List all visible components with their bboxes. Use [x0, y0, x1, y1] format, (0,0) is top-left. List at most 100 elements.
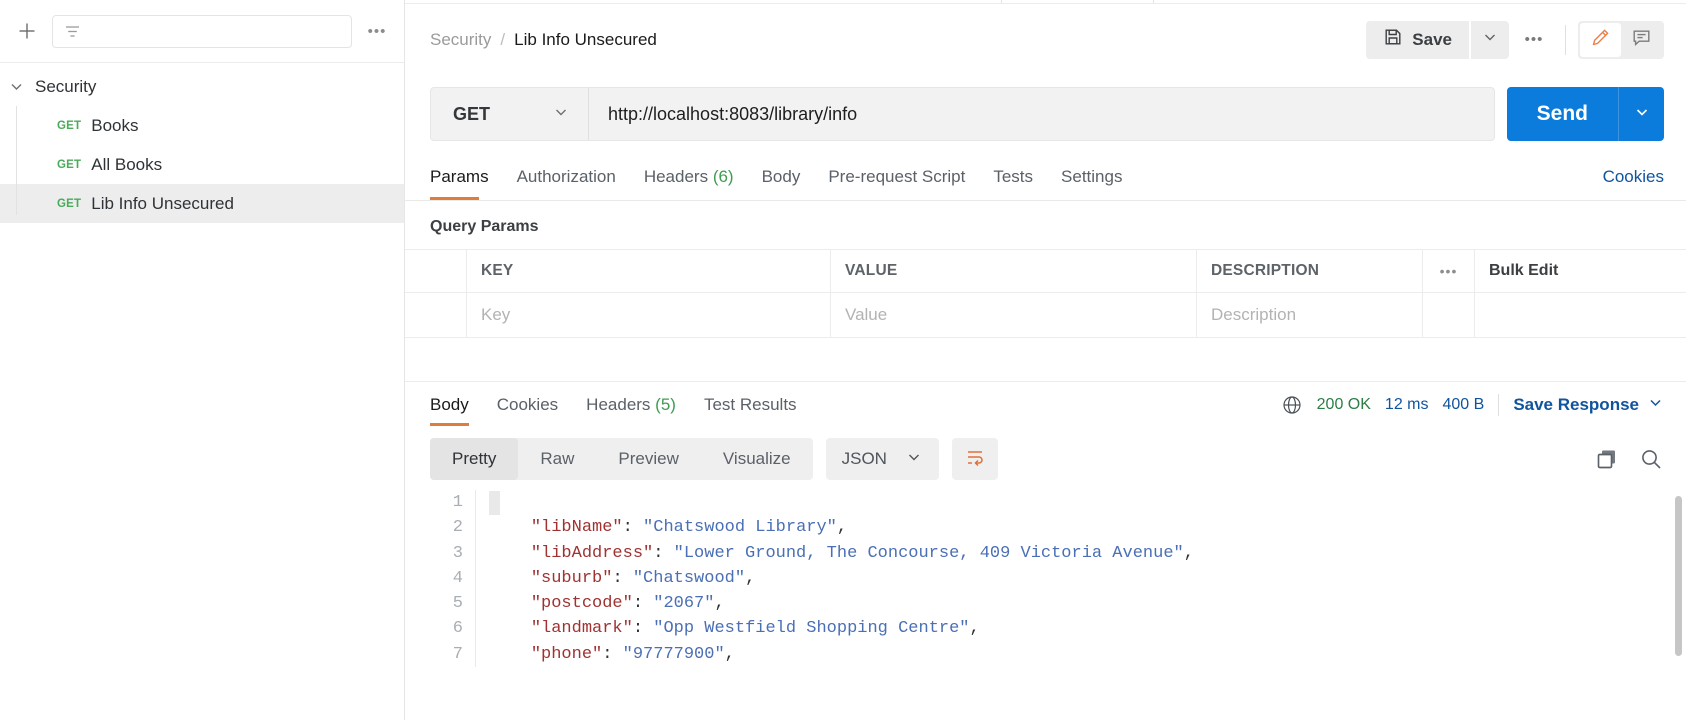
line-number: 3 [452, 543, 463, 563]
code-token-str: "Chatswood" [632, 568, 746, 588]
request-more-button[interactable]: ••• [1515, 21, 1553, 59]
view-visualize-button[interactable]: Visualize [701, 438, 813, 480]
code-token-str: "Opp Westfield Shopping Centre" [653, 619, 970, 639]
tab-label: Tests [993, 167, 1034, 186]
tab-body[interactable]: Body [748, 167, 815, 200]
response-format-bar: Pretty Raw Preview Visualize JSON [405, 428, 1686, 490]
add-new-button[interactable] [12, 16, 42, 46]
sidebar-item-books[interactable]: GET Books [0, 106, 404, 145]
wrap-lines-icon [964, 446, 986, 473]
tab-pre-request-script[interactable]: Pre-request Script [814, 167, 979, 200]
sidebar-more-button[interactable]: ••• [362, 16, 392, 46]
code-line: "landmark": "Opp Westfield Shopping Cent… [490, 616, 1194, 641]
collection-tree: Security GET Books GET All Books GET Lib… [0, 63, 404, 223]
save-response-button[interactable]: Save Response [1513, 394, 1664, 416]
request-method-badge: GET [57, 197, 82, 210]
param-value-cell[interactable]: Value [831, 293, 1197, 337]
response-body-actions [1595, 447, 1664, 472]
code-token-pun [490, 518, 531, 537]
tab-label: Cookies [496, 395, 559, 414]
collection-folder-security[interactable]: Security [0, 67, 404, 106]
line-number: 7 [452, 644, 463, 664]
code-token-key: "landmark" [530, 619, 633, 639]
tab-authorization[interactable]: Authorization [503, 167, 630, 200]
header-actions: Save ••• [1366, 20, 1664, 59]
edit-mode-button[interactable] [1580, 22, 1621, 57]
tab-params[interactable]: Params [430, 167, 503, 200]
search-icon[interactable] [1639, 447, 1664, 472]
content-type-select[interactable]: JSON [825, 438, 939, 480]
send-button[interactable]: Send [1506, 87, 1618, 141]
cookies-link[interactable]: Cookies [1603, 167, 1664, 200]
url-input[interactable] [589, 88, 1494, 140]
code-line: "libAddress": "Lower Ground, The Concour… [490, 541, 1194, 566]
row-checkbox-cell[interactable] [405, 293, 467, 337]
save-button[interactable]: Save [1366, 20, 1469, 59]
code-token-str: "Chatswood Library" [643, 518, 837, 538]
view-mode-toggle [1578, 20, 1664, 59]
http-method-select[interactable]: GET [431, 88, 589, 140]
url-bar: GET Send [405, 75, 1686, 153]
copy-icon[interactable] [1595, 447, 1619, 471]
response-tab-body[interactable]: Body [430, 382, 469, 428]
response-body-viewer[interactable]: 1 2 3 4 5 6 7 { "libName": "Chatswood Library"… [405, 490, 1686, 720]
tab-label: Headers [586, 395, 651, 414]
url-box: GET [430, 87, 1495, 141]
code-token-str: "Lower Ground, The Concourse, 409 Victor… [673, 543, 1184, 563]
breadcrumb-parent[interactable]: Security [430, 30, 491, 50]
code-token-pun [490, 544, 531, 563]
bulk-edit-button[interactable]: Bulk Edit [1475, 250, 1686, 292]
globe-icon[interactable] [1281, 394, 1303, 416]
param-description-placeholder: Description [1211, 305, 1297, 324]
select-all-cell[interactable] [405, 250, 467, 292]
response-tab-test-results[interactable]: Test Results [704, 382, 797, 428]
sidebar-item-lib-info-unsecured[interactable]: GET Lib Info Unsecured [0, 184, 404, 223]
sidebar-filter-input[interactable] [52, 14, 352, 48]
code-line: "postcode": "2067", [490, 591, 1194, 616]
code-token-pun: , [714, 594, 725, 614]
sidebar-item-all-books[interactable]: GET All Books [0, 145, 404, 184]
params-more-button[interactable]: ••• [1423, 250, 1475, 292]
code-token-pun: : [653, 543, 674, 563]
text-caret [489, 491, 500, 515]
breadcrumb: Security / Lib Info Unsecured [430, 30, 1356, 50]
code-token-key: "libName" [530, 518, 623, 538]
param-description-cell[interactable]: Description [1197, 293, 1423, 337]
vertical-scrollbar[interactable] [1675, 496, 1682, 656]
chevron-down-icon [552, 103, 570, 126]
query-params-section: Query Params KEY VALUE DESCRIPTION ••• B… [405, 201, 1686, 382]
response-tab-cookies[interactable]: Cookies [497, 382, 558, 428]
meta-divider [1498, 394, 1500, 416]
request-header: Security / Lib Info Unsecured Save ••• [405, 4, 1686, 75]
tab-label: Params [430, 167, 489, 186]
param-key-cell[interactable]: Key [467, 293, 831, 337]
param-key-placeholder: Key [481, 305, 511, 324]
tab-label: Headers [643, 167, 709, 186]
chevron-down-icon [1481, 28, 1499, 51]
wrap-lines-button[interactable] [951, 438, 998, 480]
tab-strip [405, 0, 1686, 4]
table-row: Key Value Description [405, 293, 1686, 338]
save-dropdown-button[interactable] [1471, 20, 1509, 59]
response-time: 12 ms [1384, 396, 1429, 413]
view-raw-button[interactable]: Raw [518, 438, 596, 480]
view-pretty-button[interactable]: Pretty [430, 438, 519, 480]
send-options-button[interactable] [1618, 87, 1664, 141]
comment-button[interactable] [1621, 23, 1662, 57]
view-preview-button[interactable]: Preview [596, 438, 700, 480]
tab-settings[interactable]: Settings [1047, 167, 1136, 200]
code-token-pun: : [612, 568, 633, 588]
code-line: { [490, 490, 1194, 515]
tab-label: Settings [1061, 167, 1123, 186]
tab-tests[interactable]: Tests [979, 167, 1047, 200]
collection-folder-label: Security [35, 76, 97, 96]
code-token-pun [490, 619, 531, 638]
tab-headers[interactable]: Headers (6) [630, 167, 748, 200]
code-token-pun [490, 645, 531, 664]
json-code[interactable]: { "libName": "Chatswood Library", "libAd… [490, 490, 1194, 667]
response-tab-headers[interactable]: Headers (5) [586, 382, 676, 428]
request-tabs: Params Authorization Headers (6) Body Pr… [405, 153, 1686, 201]
column-header-key: KEY [481, 262, 514, 279]
response-meta: 200 OK 12 ms 400 B Save Response [1281, 394, 1664, 416]
row-trailing-cell [1475, 293, 1686, 337]
